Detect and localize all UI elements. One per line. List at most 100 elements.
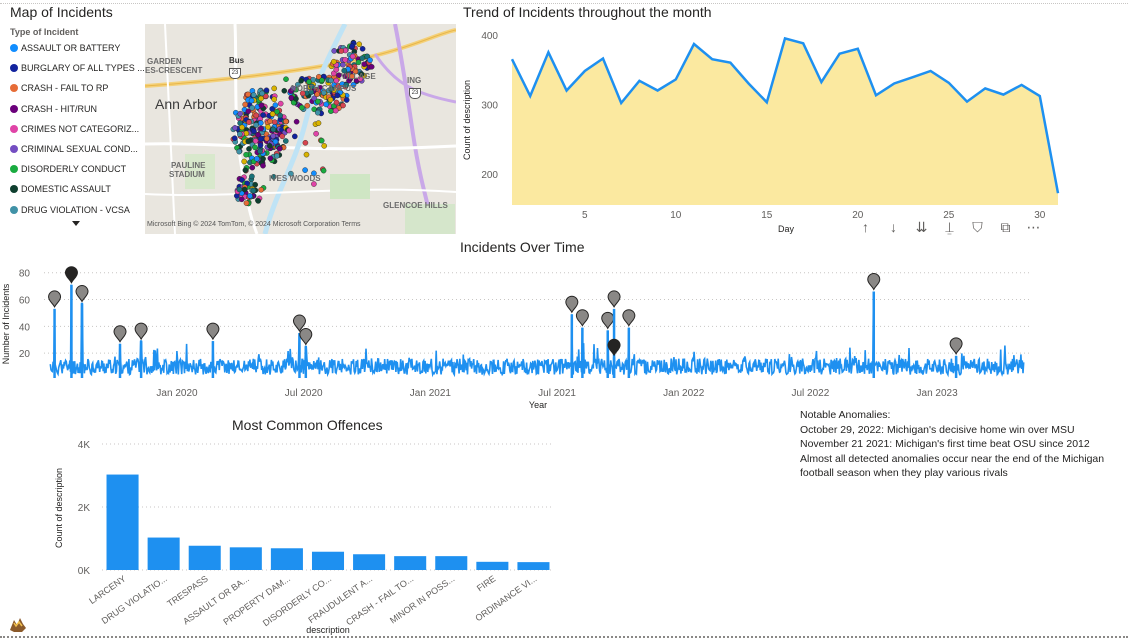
- bottom-divider: [0, 636, 1128, 638]
- map-label-village: VILLAGE: [341, 72, 376, 81]
- incident-map[interactable]: GARDEN ES-CRESCENT Bus 23 Ann Arbor NORT…: [145, 24, 456, 234]
- offence-bar: [188, 545, 221, 570]
- incident-dot: [349, 43, 355, 50]
- filter-icon[interactable]: ⛉: [968, 218, 987, 236]
- legend-dot-icon: [10, 64, 18, 73]
- incidents-over-time-chart[interactable]: 20 40 60 80 Jan 2020 Jul 2020 Jan 2021 Jul 2021…: [0, 258, 1050, 414]
- incident-dot: [313, 130, 319, 137]
- legend-item[interactable]: DOMESTIC ASSAULT: [10, 184, 111, 194]
- incident-dot: [246, 146, 252, 152]
- incident-dot: [257, 142, 264, 149]
- incident-dot: [267, 155, 274, 162]
- incident-dot: [271, 96, 277, 103]
- legend-item[interactable]: DRUG VIOLATION - VCSA: [10, 205, 130, 215]
- incident-dot: [257, 148, 263, 155]
- map-label-crescent: ES-CRESCENT: [145, 66, 203, 75]
- legend-dot-icon: [10, 145, 18, 153]
- legend-item[interactable]: CRASH - HIT/RUN: [10, 104, 97, 114]
- incident-dot: [258, 120, 264, 126]
- incident-dot: [258, 186, 264, 193]
- map-label-pauline: PAULINE: [171, 161, 206, 170]
- anomaly-marker-icon: [134, 322, 148, 341]
- incident-dot: [293, 96, 299, 102]
- trend-y-tick: 200: [481, 170, 498, 181]
- trend-chart[interactable]: 2003004005 10 15 20 25 30DayCount of descript…: [456, 20, 1066, 240]
- time-x-tick: Jul 2022: [792, 388, 830, 399]
- anomaly-pin: [867, 272, 881, 291]
- incident-dot: [342, 57, 348, 63]
- drill-up-icon[interactable]: ↑: [856, 218, 875, 236]
- incident-dot: [248, 97, 255, 104]
- offence-category-label: DISORDERLY CO...: [261, 573, 333, 628]
- incident-dot: [314, 98, 321, 105]
- trend-x-tick: 10: [670, 210, 682, 221]
- offence-bar: [394, 556, 427, 570]
- incident-dot: [266, 143, 273, 149]
- incident-dot: [265, 124, 271, 130]
- drill-down-icon[interactable]: ↓: [884, 218, 903, 236]
- expand-hierarchy-icon[interactable]: ⍊: [940, 218, 959, 236]
- anomaly-pin: [607, 338, 621, 357]
- incident-dot: [264, 135, 270, 142]
- bar-x-title: description: [306, 625, 350, 635]
- incident-dot: [318, 137, 325, 144]
- incident-dot: [249, 173, 255, 180]
- legend-item[interactable]: DISORDERLY CONDUCT: [10, 164, 126, 174]
- legend-item-label: CRASH - HIT/RUN: [21, 103, 97, 114]
- trend-y-title: Count of description: [462, 80, 472, 160]
- incident-dot: [314, 109, 321, 116]
- anomaly-marker-icon: [575, 309, 589, 327]
- offence-bar: [106, 474, 139, 570]
- next-level-icon[interactable]: ⇊: [912, 218, 931, 236]
- time-x-tick: Jan 2021: [410, 388, 452, 399]
- incident-dot: [327, 108, 334, 114]
- time-x-tick: Jul 2021: [538, 388, 576, 399]
- incident-dot: [253, 122, 259, 128]
- legend-item[interactable]: CRASH - FAIL TO RP: [10, 83, 108, 93]
- incident-dot: [321, 143, 327, 149]
- incident-dot: [251, 128, 257, 135]
- incident-dot: [241, 186, 248, 193]
- legend-item[interactable]: BURGLARY OF ALL TYPES ...: [10, 63, 145, 73]
- incident-dot: [333, 77, 340, 84]
- incident-dot: [274, 153, 280, 159]
- incident-dot: [332, 107, 339, 114]
- incident-dot: [286, 127, 292, 134]
- offence-bar: [147, 537, 180, 570]
- incident-dot: [252, 138, 259, 144]
- legend-scroll-down-icon[interactable]: [72, 221, 80, 226]
- incident-dot: [298, 104, 305, 111]
- incident-dot: [243, 200, 250, 206]
- trend-x-tick: 5: [582, 210, 588, 221]
- trend-y-tick: 300: [481, 100, 498, 111]
- incident-dot: [283, 118, 289, 125]
- legend-item-label: BURGLARY OF ALL TYPES ...: [21, 63, 145, 74]
- incident-dot: [271, 85, 277, 92]
- notes-line-4: football season when they play various r…: [800, 467, 1008, 479]
- incident-dot: [253, 112, 260, 119]
- offence-category-label: CRASH - FAIL TO...: [344, 573, 415, 627]
- legend-item[interactable]: ASSAULT OR BATTERY: [10, 43, 120, 53]
- incident-dot: [237, 131, 243, 137]
- trend-x-title: Day: [778, 224, 795, 234]
- more-options-icon[interactable]: ⋯: [1024, 218, 1043, 236]
- focus-mode-icon[interactable]: ⧉: [996, 218, 1015, 236]
- incident-dot: [349, 53, 356, 60]
- anomaly-pin: [75, 285, 89, 303]
- incident-dot: [283, 76, 289, 83]
- incident-dot: [231, 135, 238, 141]
- time-y-title: Number of Incidents: [1, 283, 11, 364]
- anomaly-pin: [565, 295, 579, 314]
- map-label-ives-woods: IVES WOODS: [269, 174, 321, 183]
- most-common-offences-chart[interactable]: 0K2K4KLARCENYDRUG VIOLATIO...TRESPASSASS…: [50, 432, 570, 636]
- trend-title: Trend of Incidents throughout the month: [463, 4, 712, 20]
- offence-title: Most Common Offences: [232, 417, 383, 433]
- legend-item[interactable]: CRIMES NOT CATEGORIZ...: [10, 124, 139, 134]
- anomaly-pin: [575, 309, 589, 327]
- anomaly-marker-icon: [607, 290, 621, 309]
- incident-dot: [247, 193, 253, 199]
- time-x-tick: Jan 2022: [663, 388, 705, 399]
- map-label-ing: ING: [407, 76, 422, 85]
- incident-dot: [239, 124, 245, 131]
- legend-item[interactable]: CRIMINAL SEXUAL COND...: [10, 144, 138, 154]
